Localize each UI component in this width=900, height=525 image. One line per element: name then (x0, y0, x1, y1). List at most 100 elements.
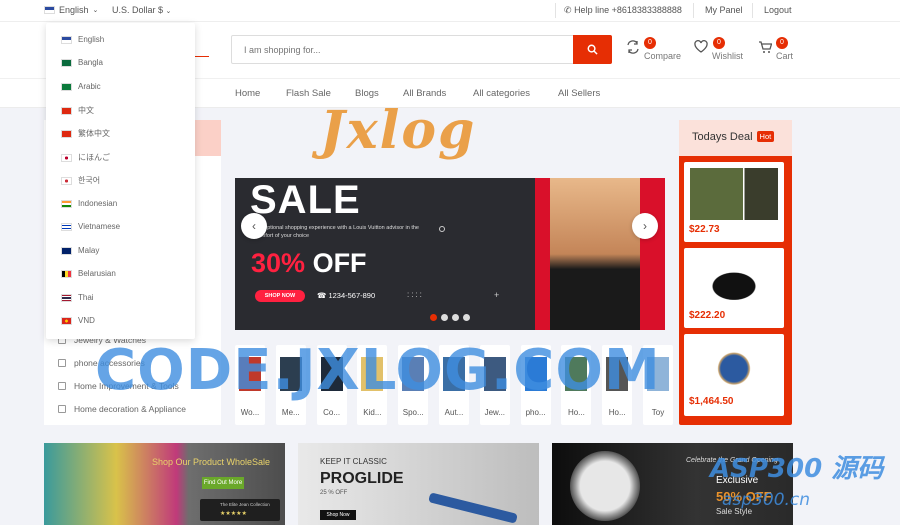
search-button[interactable] (573, 35, 612, 64)
deal-price: $222.20 (689, 310, 726, 321)
newzealand-flag-icon (61, 246, 72, 255)
search-input[interactable] (232, 36, 572, 63)
nav-all-brands[interactable]: All Brands (403, 88, 446, 99)
language-option-label: 繁体中文 (78, 129, 110, 138)
nav-all-categories[interactable]: All categories (473, 88, 530, 99)
language-option-label: Vietnamese (78, 222, 121, 231)
china-flag-icon (61, 106, 72, 115)
search-icon (587, 44, 598, 55)
home-category-label: pho... (525, 408, 546, 417)
banner-shop-now-button[interactable]: Shop Now (320, 510, 356, 520)
vietnam-flag-icon (61, 316, 72, 325)
home-category-label: Kid... (363, 408, 382, 417)
hero-sale-title: SALE (250, 178, 361, 222)
logo-underline (195, 56, 209, 57)
my-panel-link[interactable]: My Panel (705, 5, 743, 15)
hero-slider[interactable]: SALE Exceptional shopping experience wit… (235, 178, 665, 330)
hero-discount-word: OFF (312, 248, 367, 278)
home-icon (58, 405, 66, 413)
us-flag-icon (61, 35, 72, 44)
hero-plus-decoration: + (494, 290, 500, 300)
us-flag-icon (44, 6, 55, 14)
home-category-label: Ho... (567, 408, 585, 417)
currency-label: U.S. Dollar $ (112, 5, 164, 15)
todays-deal-header: Todays Deal Hot (679, 120, 792, 156)
slider-next-button[interactable]: › (632, 213, 658, 239)
israel-flag-icon (61, 222, 72, 231)
top-bar: English ⌄ U.S. Dollar $ ⌄ ✆ Help line +8… (0, 0, 900, 22)
razor-image (428, 492, 518, 524)
slider-dot[interactable] (452, 314, 459, 321)
language-option-japanese[interactable]: にほんご (61, 152, 110, 163)
hero-shop-now-button[interactable]: SHOP NOW (255, 290, 305, 302)
chevron-left-icon: ‹ (252, 219, 256, 233)
nav-flash-sale[interactable]: Flash Sale (286, 88, 331, 99)
search-bar (231, 35, 612, 64)
language-option-korean[interactable]: 한국어 (61, 175, 100, 186)
slider-dot[interactable] (463, 314, 470, 321)
home-category-label: Spo... (402, 408, 424, 417)
nav-all-sellers[interactable]: All Sellers (558, 88, 600, 99)
home-category-label: Ho... (608, 408, 626, 417)
language-option-label: Belarusian (78, 269, 116, 278)
language-option-indonesian[interactable]: Indonesian (61, 199, 117, 208)
deal-price: $22.73 (689, 224, 720, 235)
nav-home[interactable]: Home (235, 88, 260, 99)
hero-circle-decoration (439, 226, 445, 232)
hongkong-flag-icon (61, 129, 72, 138)
tools-icon (58, 382, 66, 390)
thailand-flag-icon (61, 293, 72, 302)
compare-count: 0 (644, 37, 656, 49)
category-item-home-decoration[interactable]: Home decoration & Appliance (58, 404, 186, 414)
banner-find-out-button[interactable]: Find Out More (202, 477, 244, 489)
language-option-arabic[interactable]: Arabic (61, 82, 101, 91)
language-option-traditional-chinese[interactable]: 繁体中文 (61, 128, 110, 139)
chevron-right-icon: › (643, 219, 647, 233)
wishlist-count: 0 (713, 37, 725, 49)
code-jxlog-watermark: CODE.JXLOG.COM (95, 338, 661, 403)
language-dropdown: English Bangla Arabic 中文 繁体中文 にほんご 한국어 I… (46, 23, 195, 339)
language-option-belarusian[interactable]: Belarusian (61, 269, 116, 278)
currency-selector[interactable]: U.S. Dollar $ ⌄ (112, 5, 171, 15)
phone-icon: ☎ (317, 291, 327, 300)
home-category-label: Wo... (240, 408, 260, 417)
language-option-label: VND (78, 316, 95, 325)
star-rating-icon: ★★★★★ (220, 511, 247, 517)
category-label: Home decoration & Appliance (74, 404, 186, 414)
deal-card-1[interactable]: $22.73 (684, 162, 784, 242)
banner-eyebrow: KEEP IT CLASSIC (320, 457, 387, 466)
nav-blogs[interactable]: Blogs (355, 88, 379, 99)
language-option-vnd[interactable]: VND (61, 316, 95, 325)
deal-card-2[interactable]: $222.20 (684, 248, 784, 328)
language-option-bangla[interactable]: Bangla (61, 58, 103, 67)
language-option-label: Arabic (78, 82, 101, 91)
hero-dot-pattern: :::: (407, 290, 424, 299)
slider-prev-button[interactable]: ‹ (241, 213, 267, 239)
language-option-english[interactable]: English (61, 35, 104, 44)
saudi-flag-icon (61, 82, 72, 91)
slider-dot[interactable] (441, 314, 448, 321)
language-selector[interactable]: English ⌄ (44, 5, 98, 15)
banner-wholesale[interactable]: Shop Our Product WholeSale Find Out More… (44, 443, 285, 525)
divider (693, 3, 694, 18)
language-option-malay[interactable]: Malay (61, 246, 99, 255)
deal-product-image (690, 254, 778, 306)
language-label: English (59, 5, 89, 15)
home-category-label: Jew... (484, 408, 506, 417)
slider-dot[interactable] (430, 314, 437, 321)
chevron-down-icon: ⌄ (92, 7, 99, 14)
language-option-label: Thai (78, 293, 94, 302)
deal-card-3[interactable]: $1,464.50 (684, 334, 784, 416)
todays-deal-panel: Todays Deal Hot $22.73 $222.20 $1,464.50 (679, 120, 792, 425)
language-option-thai[interactable]: Thai (61, 293, 94, 302)
cart-count: 0 (776, 37, 788, 49)
banner-proglide[interactable]: KEEP IT CLASSIC PROGLIDE 25 % OFF Shop N… (298, 443, 539, 525)
language-option-chinese[interactable]: 中文 (61, 105, 94, 116)
banner-note: The Elite Jean Collection (220, 502, 270, 507)
divider (752, 3, 753, 18)
korea-flag-icon (61, 176, 72, 185)
language-option-vietnamese[interactable]: Vietnamese (61, 222, 120, 231)
chevron-down-icon: ⌄ (165, 8, 172, 15)
logout-link[interactable]: Logout (764, 5, 792, 15)
compare-label: Compare (644, 51, 682, 61)
